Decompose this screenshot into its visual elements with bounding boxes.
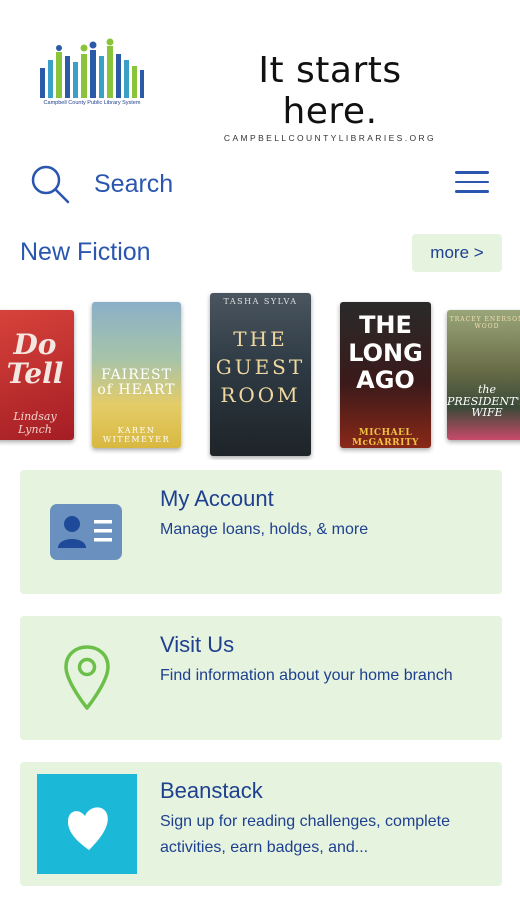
book-cover-do-tell[interactable]: Do Tell Lindsay Lynch (0, 310, 74, 440)
card-description: Find information about your home branch (160, 667, 453, 684)
my-account-card[interactable]: My Account Manage loans, holds, & more (20, 470, 502, 594)
hamburger-menu-icon[interactable] (452, 164, 492, 200)
new-fiction-title: New Fiction (20, 238, 151, 266)
search-icon[interactable] (28, 162, 72, 206)
library-logo: Campbell County Public Library System (36, 38, 148, 112)
library-logo-icon (40, 38, 144, 98)
book-title: the PRESIDENT'S WIFE (447, 383, 520, 420)
search-bar[interactable]: Search (0, 158, 520, 214)
tagline-title: It starts here. (258, 50, 402, 132)
book-author: MICHAEL McGARRITY (352, 428, 419, 448)
book-author: KAREN WITEMEYER (102, 426, 171, 444)
card-title: Beanstack (160, 778, 263, 803)
book-cover-fairest-of-heart[interactable]: FAIREST of HEART KAREN WITEMEYER (92, 302, 181, 448)
location-pin-icon (64, 645, 110, 710)
card-title: My Account (160, 486, 274, 511)
book-author: TASHA SYLVA (223, 297, 298, 306)
book-carousel[interactable]: Do Tell Lindsay Lynch FAIREST of HEART K… (0, 290, 520, 460)
book-title: THE LONG AGO (348, 311, 423, 395)
card-title: Visit Us (160, 632, 235, 657)
book-author: Lindsay Lynch (13, 410, 57, 436)
book-author: TRACEY ENERSON WOOD (449, 316, 520, 330)
card-description: Manage loans, holds, & more (160, 521, 369, 538)
book-title: FAIREST of HEART (97, 367, 176, 398)
tagline: It starts here. CAMPBELLCOUNTYLIBRARIES.… (205, 50, 455, 143)
more-button[interactable]: more > (412, 234, 502, 272)
visit-us-card[interactable]: Visit Us Find information about your hom… (20, 616, 502, 740)
card-description: Sign up for reading challenges, complete… (160, 813, 450, 856)
logo-caption: Campbell County Public Library System (43, 100, 141, 106)
header: Campbell County Public Library System It… (0, 0, 520, 143)
book-cover-the-long-ago[interactable]: THE LONG AGO MICHAEL McGARRITY (340, 302, 431, 448)
beanstack-logo (37, 774, 137, 874)
account-card-icon (50, 504, 122, 560)
bean-icon (67, 807, 108, 850)
site-url: CAMPBELLCOUNTYLIBRARIES.ORG (223, 133, 437, 143)
book-cover-the-guest-room[interactable]: TASHA SYLVA THE GUEST ROOM (210, 293, 311, 456)
book-cover-the-presidents-wife[interactable]: TRACEY ENERSON WOOD the PRESIDENT'S WIFE (447, 310, 520, 440)
book-title: Do Tell (6, 328, 64, 391)
book-title: THE GUEST ROOM (215, 327, 306, 407)
search-label[interactable]: Search (94, 170, 173, 199)
beanstack-card[interactable]: Beanstack Sign up for reading challenges… (20, 762, 502, 886)
